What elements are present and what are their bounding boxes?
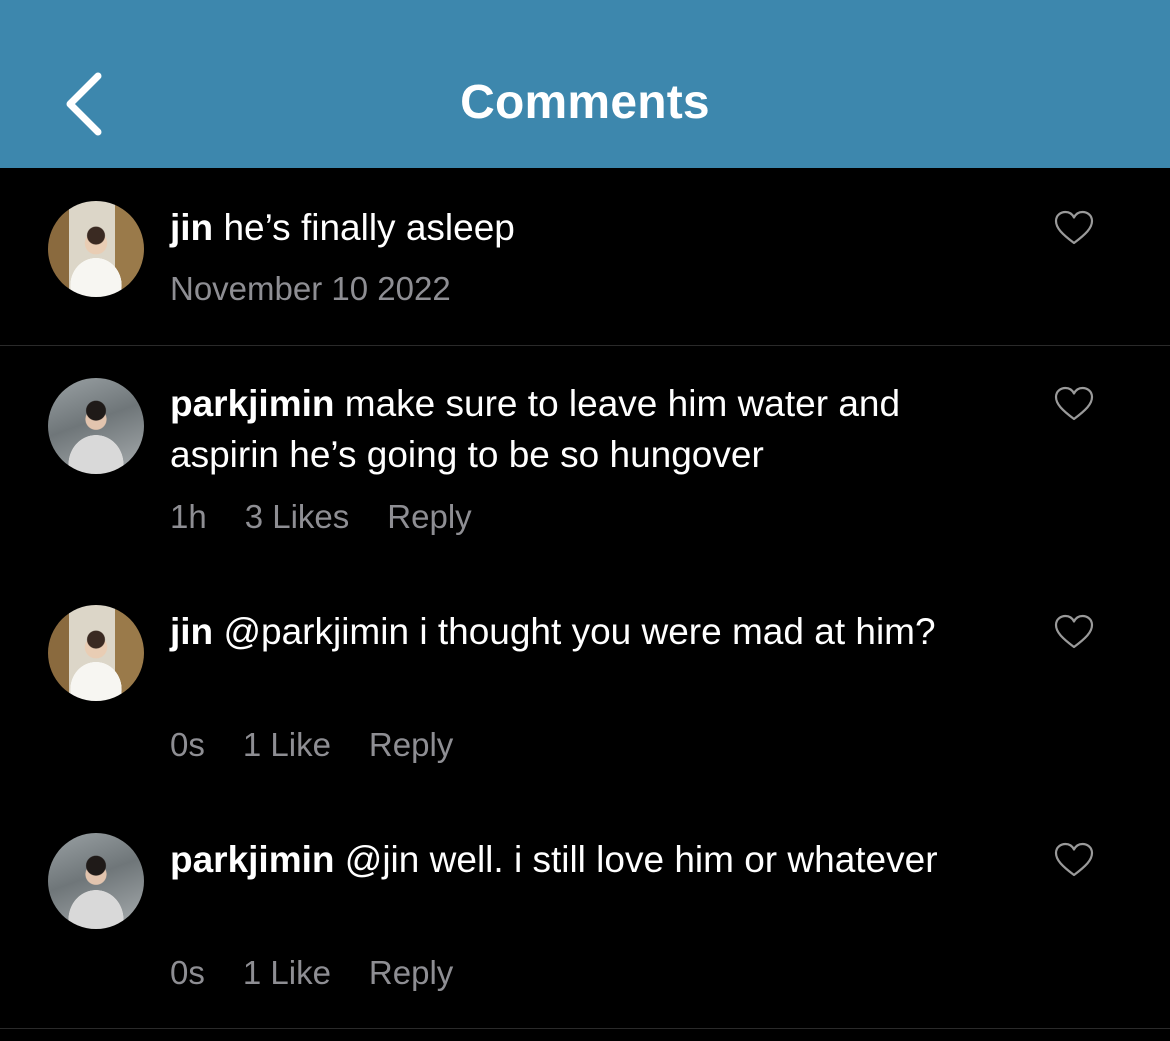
reply-button[interactable]: Reply <box>369 954 453 991</box>
comment-body: well. i still love him or whatever <box>429 839 938 880</box>
comment-body: he’s finally asleep <box>223 207 515 248</box>
heart-icon <box>1054 386 1094 421</box>
comment-text: parkjimin make sure to leave him water a… <box>170 378 990 480</box>
comment-username[interactable]: jin <box>170 611 213 652</box>
comment-meta: 1h 3 Likes Reply <box>170 497 510 537</box>
heart-icon <box>1054 614 1094 649</box>
comment-mention[interactable]: @parkjimin <box>223 611 409 652</box>
like-button[interactable] <box>1054 842 1094 878</box>
comment-mention[interactable]: @jin <box>345 839 420 880</box>
comment-meta: 0s 1 Like Reply <box>170 953 491 993</box>
reply-button[interactable]: Reply <box>369 726 453 763</box>
like-button[interactable] <box>1054 614 1094 650</box>
comment-time: 0s <box>170 954 205 991</box>
comment-time: 0s <box>170 726 205 763</box>
likes-count[interactable]: 1 Like <box>243 726 331 763</box>
divider <box>0 345 1170 346</box>
comment-text: parkjimin @jin well. i still love him or… <box>170 834 990 885</box>
reply-button[interactable]: Reply <box>387 498 471 535</box>
avatar[interactable] <box>48 833 144 929</box>
likes-count[interactable]: 1 Like <box>243 954 331 991</box>
comment-username[interactable]: parkjimin <box>170 839 335 880</box>
comment-text: jin @parkjimin i thought you were mad at… <box>170 606 990 657</box>
comment-meta: 0s 1 Like Reply <box>170 725 491 765</box>
like-button[interactable] <box>1054 210 1094 246</box>
header-bar: Comments <box>0 0 1170 168</box>
page-title: Comments <box>460 76 710 129</box>
avatar[interactable] <box>48 378 144 474</box>
divider <box>0 1028 1170 1029</box>
comment-body: i thought you were mad at him? <box>419 611 936 652</box>
likes-count[interactable]: 3 Likes <box>245 498 350 535</box>
caption-meta: November 10 2022 <box>170 269 489 309</box>
heart-icon <box>1054 842 1094 877</box>
like-button[interactable] <box>1054 386 1094 422</box>
caption-date: November 10 2022 <box>170 270 451 307</box>
heart-icon <box>1054 210 1094 245</box>
comment-time: 1h <box>170 498 207 535</box>
avatar[interactable] <box>48 201 144 297</box>
caption-text: jin he’s finally asleep <box>170 202 990 253</box>
comment-username[interactable]: parkjimin <box>170 383 335 424</box>
comment-username[interactable]: jin <box>170 207 213 248</box>
avatar[interactable] <box>48 605 144 701</box>
